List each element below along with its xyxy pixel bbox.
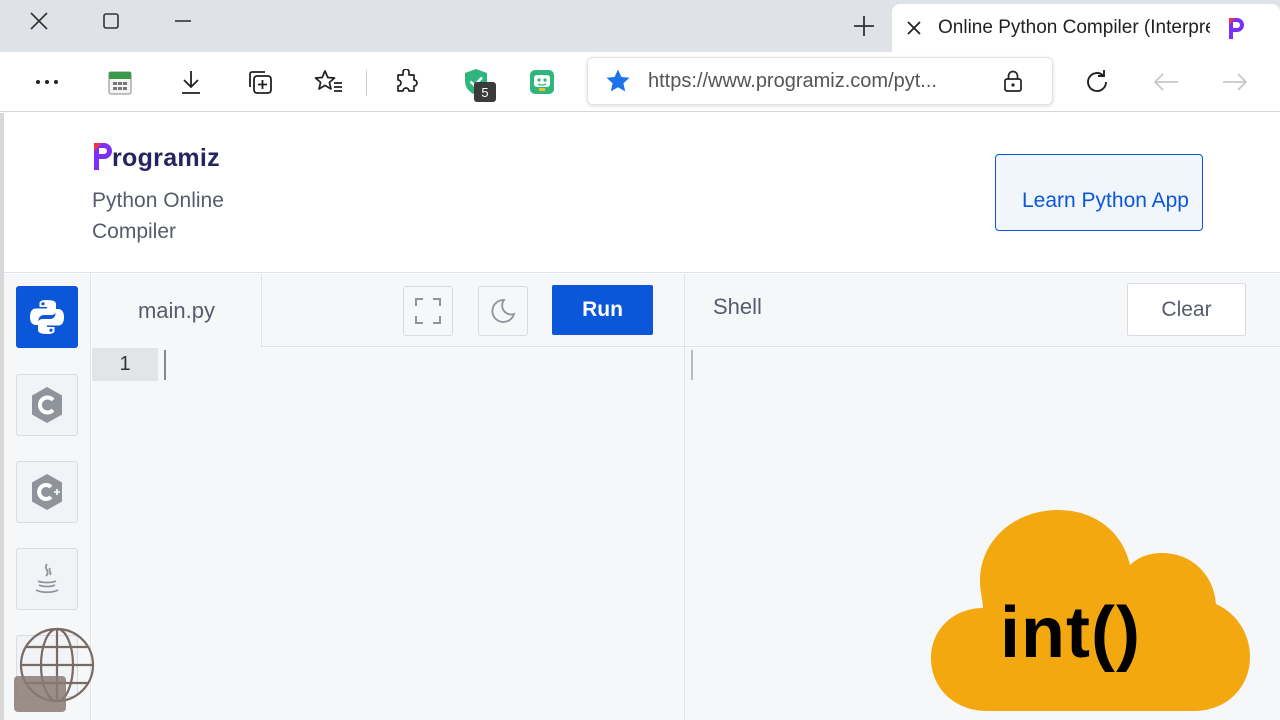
learn-python-app-button[interactable]: Learn Python App	[995, 154, 1203, 231]
browser-toolbar: 5 https://www.programiz.com/pyt...	[0, 52, 1280, 112]
more-icon	[36, 80, 58, 84]
lock-icon	[1004, 70, 1022, 92]
back-arrow-icon	[1153, 73, 1178, 91]
programiz-favicon-icon	[1229, 18, 1244, 39]
back-button[interactable]	[1142, 58, 1190, 106]
close-window-button[interactable]	[4, 0, 74, 42]
toolbar-separator	[366, 70, 367, 96]
extension-badge: 5	[474, 82, 496, 102]
collections-icon	[249, 71, 272, 94]
language-cpp-button[interactable]	[16, 461, 78, 523]
favorites-button[interactable]	[305, 58, 353, 106]
file-tab-main[interactable]: main.py	[92, 274, 262, 348]
extension-button-calendar[interactable]	[96, 58, 144, 106]
more-button[interactable]	[23, 58, 71, 106]
fullscreen-icon	[415, 298, 441, 324]
fullscreen-button[interactable]	[403, 286, 453, 336]
programiz-logo[interactable]: rogramiz	[92, 139, 220, 173]
extensions-button[interactable]	[382, 58, 430, 106]
downloads-icon	[182, 71, 200, 94]
page-header: rogramiz Python Online Compiler Learn Py…	[4, 113, 1280, 273]
page-subtitle: Python Online Compiler	[92, 189, 224, 243]
downloads-button[interactable]	[167, 58, 215, 106]
favorite-star-icon	[606, 69, 630, 92]
refresh-icon	[1087, 70, 1107, 92]
tab-strip: Online Python Compiler (Interpreter)	[0, 0, 1280, 52]
editor-caret	[164, 350, 166, 380]
shell-header: Shell Clear	[685, 274, 1280, 347]
language-java-button[interactable]	[16, 548, 78, 610]
programiz-logo-mark-icon	[94, 143, 112, 170]
active-tab[interactable]: Online Python Compiler (Interpreter)	[892, 4, 1280, 52]
clear-button[interactable]: Clear	[1127, 283, 1246, 336]
extensions-icon	[397, 69, 418, 92]
restore-window-button[interactable]	[76, 0, 146, 42]
c-language-icon	[32, 387, 62, 423]
dark-mode-icon	[491, 299, 516, 323]
favorites-icon	[314, 70, 342, 92]
site-info-button[interactable]	[988, 69, 1038, 93]
python-icon	[30, 300, 64, 334]
editor-header: main.py Run	[92, 274, 684, 348]
cpp-icon	[32, 474, 62, 510]
computer-icon	[14, 676, 66, 712]
close-window-icon	[30, 12, 48, 30]
logo-text: rogramiz	[112, 144, 220, 172]
extension-button-robot[interactable]	[518, 58, 566, 106]
language-python-button[interactable]	[16, 286, 78, 348]
cloud-text: int()	[1000, 593, 1141, 673]
code-editor[interactable]: 1	[92, 348, 684, 720]
favorite-star-button[interactable]	[588, 68, 648, 94]
shell-caret	[691, 350, 693, 380]
dark-mode-button[interactable]	[478, 286, 528, 336]
tab-title: Online Python Compiler (Interpreter)	[938, 17, 1210, 38]
calendar-extension-icon	[108, 71, 132, 95]
new-tab-icon	[854, 16, 874, 36]
restore-window-icon	[103, 13, 119, 29]
new-tab-button[interactable]	[842, 6, 886, 46]
refresh-button[interactable]	[1073, 58, 1121, 106]
java-icon	[35, 563, 59, 594]
address-bar[interactable]: https://www.programiz.com/pyt...	[587, 57, 1053, 105]
close-tab-button[interactable]	[892, 6, 936, 50]
address-url: https://www.programiz.com/pyt...	[648, 69, 937, 92]
close-tab-icon	[907, 21, 921, 35]
forward-arrow-icon	[1223, 73, 1248, 91]
forward-button[interactable]	[1211, 58, 1259, 106]
minimize-window-button[interactable]	[148, 0, 218, 42]
collections-button[interactable]	[236, 58, 284, 106]
robot-extension-icon	[530, 70, 554, 94]
line-number: 1	[92, 348, 158, 381]
run-button[interactable]: Run	[552, 285, 653, 335]
shell-title: Shell	[713, 294, 762, 319]
minimize-window-icon	[175, 20, 191, 22]
language-c-button[interactable]	[16, 374, 78, 436]
